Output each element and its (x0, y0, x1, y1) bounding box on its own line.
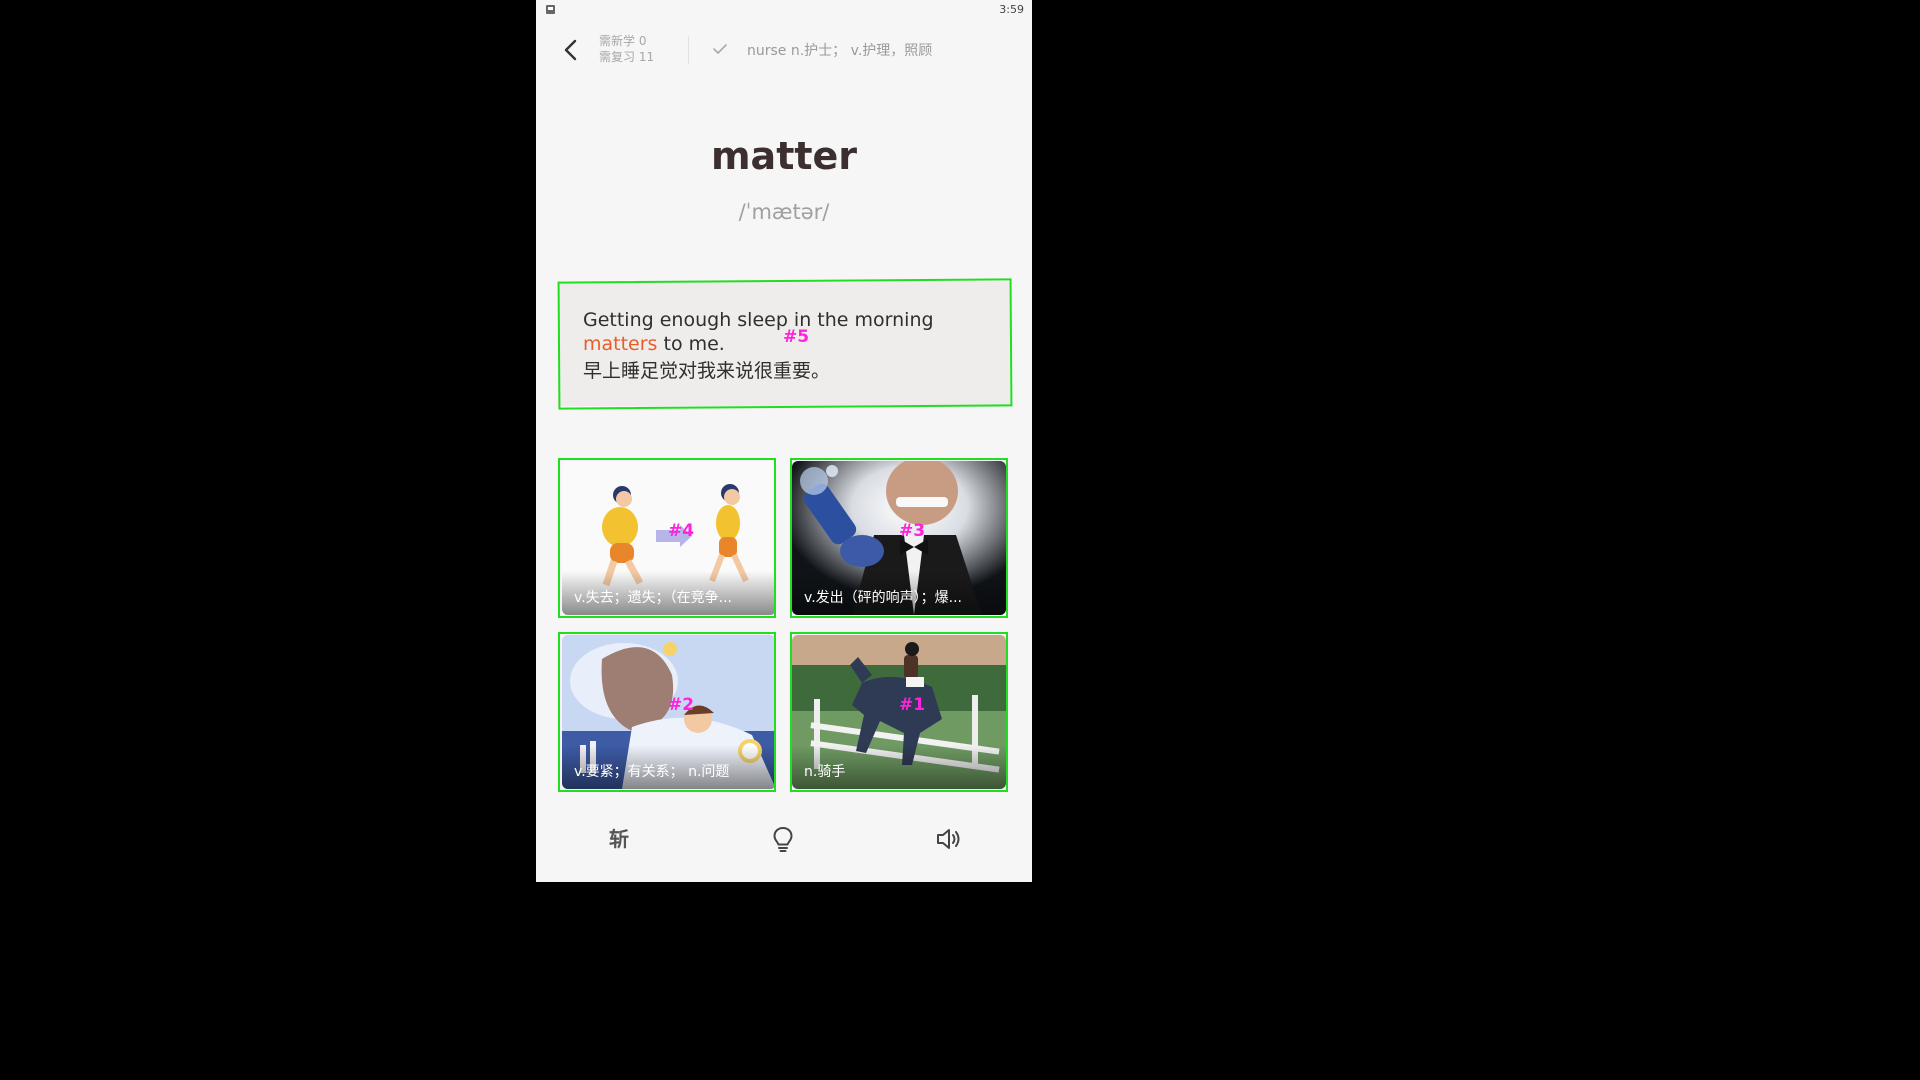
cut-button[interactable]: 斩 (602, 822, 636, 856)
check-icon (713, 44, 727, 54)
phone-screen: 3:59 需新学 0 需复习 11 nurse n.护士； v.护理，照顾 ma… (536, 0, 1032, 882)
option-caption: v.要紧；有关系； n.问题 (574, 764, 730, 780)
sentence-en-after: to me. (657, 333, 725, 355)
annotation-label-option-2: #3 (899, 521, 926, 541)
previous-word[interactable]: nurse n.护士； v.护理，照顾 (747, 40, 932, 60)
annotation-label-option-1: #4 (668, 521, 695, 541)
review-count: 需复习 11 (599, 50, 655, 64)
annotation-label-option-4: #1 (899, 695, 926, 715)
new-count: 需新学 0 (599, 34, 647, 48)
back-button[interactable] (558, 36, 586, 64)
annotation-label-sentence: #5 (783, 327, 810, 347)
chevron-left-icon (564, 39, 577, 61)
notification-icon (546, 5, 555, 14)
speaker-icon (937, 829, 960, 849)
option-caption-overlay: v.发出（砰的响声）；爆... (792, 571, 1006, 615)
status-bar: 3:59 (536, 0, 1032, 20)
option-caption: v.发出（砰的响声）；爆... (804, 590, 962, 606)
annotation-label-option-3: #2 (668, 695, 695, 715)
divider (688, 36, 689, 64)
status-time: 3:59 (999, 3, 1024, 16)
sentence-highlight-word: matters (583, 333, 658, 355)
hint-button[interactable] (766, 822, 800, 856)
sound-button[interactable] (932, 822, 966, 856)
sentence-chinese: 早上睡足觉对我来说很重要。 (583, 360, 831, 382)
study-counts: 需新学 0 需复习 11 (599, 33, 654, 65)
option-caption-overlay: n.骑手 (792, 745, 1006, 789)
sentence-en-before: Getting enough sleep in the morning (583, 309, 934, 331)
lightbulb-icon (773, 827, 793, 852)
bottom-bar: 斩 (536, 816, 1032, 860)
word-phonetic[interactable]: /ˈmætər/ (536, 200, 1032, 224)
option-caption: v.失去；遗失；（在竞争... (574, 590, 732, 606)
word-title: matter (710, 134, 858, 178)
option-caption: n.骑手 (804, 764, 846, 780)
option-caption-overlay: v.失去；遗失；（在竞争... (562, 571, 776, 615)
top-bar: 需新学 0 需复习 11 nurse n.护士； v.护理，照顾 (536, 28, 1032, 72)
option-caption-overlay: v.要紧；有关系； n.问题 (562, 745, 776, 789)
